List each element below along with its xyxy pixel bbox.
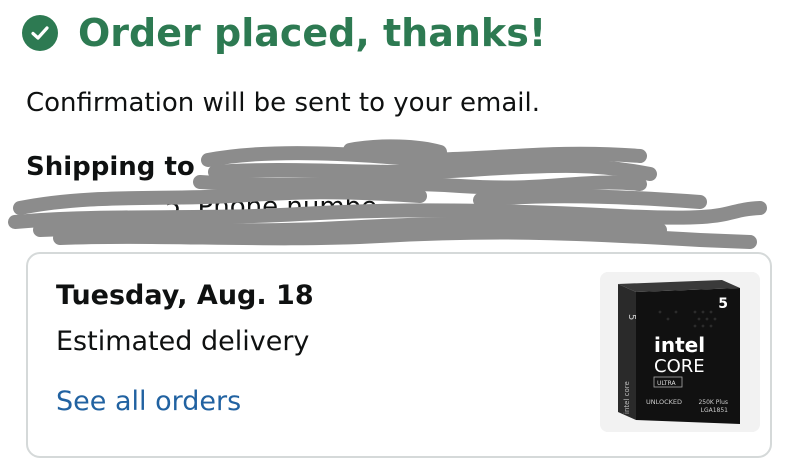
product-unlocked: UNLOCKED — [646, 398, 682, 406]
product-line: CORE — [654, 356, 705, 377]
estimated-delivery-label: Estimated delivery — [56, 326, 310, 357]
delivery-date: Tuesday, Aug. 18 — [56, 280, 314, 311]
order-confirmation-header: Order placed, thanks! — [22, 14, 546, 52]
see-all-orders-link[interactable]: See all orders — [56, 386, 241, 417]
product-socket: LGA1851 — [701, 407, 729, 414]
address-redaction — [8, 139, 767, 249]
product-side-text: intel core — [623, 381, 631, 414]
product-model: 250K Plus — [698, 399, 728, 406]
confirmation-text: Confirmation will be sent to your email. — [26, 88, 540, 118]
product-tier: ULTRA — [657, 380, 676, 387]
product-side-number: 5 — [626, 314, 637, 320]
product-image[interactable]: 5 5 intel CORE ULTRA UNLOCKED 250K Plus … — [600, 272, 760, 432]
delivery-card: Tuesday, Aug. 18 Estimated delivery See … — [26, 252, 772, 458]
product-number: 5 — [718, 296, 728, 312]
check-circle-icon — [22, 15, 58, 51]
page-title: Order placed, thanks! — [78, 11, 547, 55]
product-brand: intel — [654, 333, 705, 357]
